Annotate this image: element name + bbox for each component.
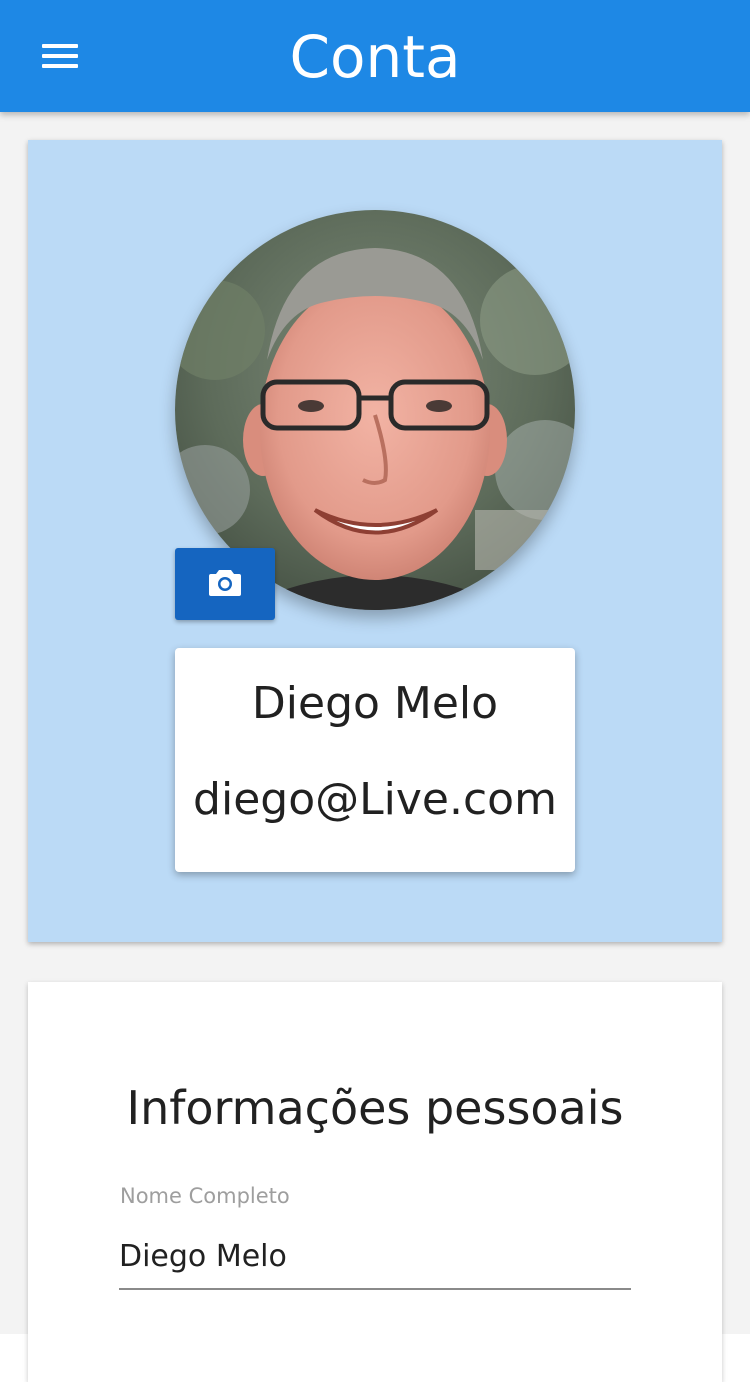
user-identity-card: Diego Melo diego@Live.com xyxy=(175,648,575,872)
camera-icon xyxy=(209,570,241,596)
section-title: Informações pessoais xyxy=(126,1081,624,1135)
personal-info-card: Informações pessoais Nome Completo xyxy=(28,982,722,1382)
user-name: Diego Melo xyxy=(251,678,499,729)
main-content: Diego Melo diego@Live.com Informações pe… xyxy=(0,112,750,1382)
user-email: diego@Live.com xyxy=(193,774,557,825)
app-bar: Conta xyxy=(0,0,750,112)
profile-card: Diego Melo diego@Live.com xyxy=(28,140,722,942)
page-title: Conta xyxy=(289,23,461,91)
full-name-field[interactable] xyxy=(119,1224,631,1290)
full-name-label: Nome Completo xyxy=(120,1184,290,1208)
change-photo-button[interactable] xyxy=(175,548,275,620)
